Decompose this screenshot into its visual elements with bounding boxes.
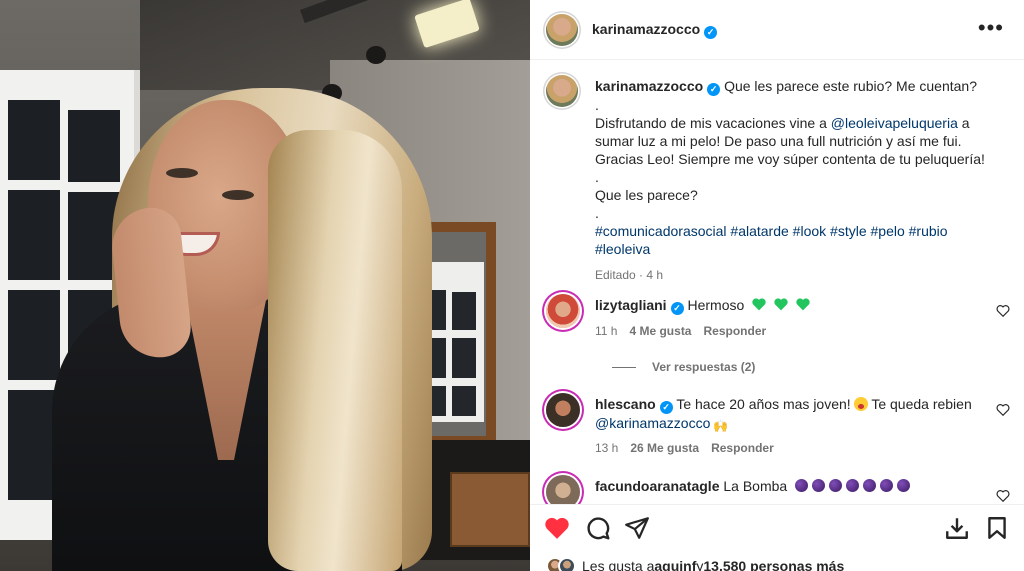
like-comment-icon[interactable] (996, 403, 1010, 417)
post-actions-bar: Les gusta a aquinf y 13.580 personas más (530, 504, 1024, 571)
share-send-icon[interactable] (624, 515, 650, 541)
like-comment-icon[interactable] (996, 304, 1010, 318)
commenter-avatar[interactable] (546, 294, 580, 328)
likes-prefix: Les gusta a (582, 558, 655, 571)
comment-message: Te hace 20 años mas joven! (676, 396, 851, 412)
comment-text: lizytagliani ✓ Hermoso (595, 296, 985, 315)
bomb-icon (829, 479, 843, 492)
comment-message: Hermoso (687, 297, 745, 313)
caption-author-username[interactable]: karinamazzocco (595, 78, 703, 94)
likes-user-link[interactable]: aquinf (654, 558, 696, 571)
caption-first-line: Que les parece este rubio? Me cuentan? (724, 78, 977, 94)
photo-eye (166, 168, 198, 178)
photo-hair-front (268, 130, 402, 571)
verified-badge-icon: ✓ (704, 25, 718, 39)
caption-line: Que les parece? (595, 187, 698, 203)
download-icon[interactable] (944, 515, 970, 541)
likes-summary[interactable]: Les gusta a aquinf y 13.580 personas más (546, 557, 844, 571)
verified-badge-icon: ✓ (670, 302, 684, 315)
comment-text: facundoaranatagle La Bomba (595, 477, 985, 495)
caption-mention-link[interactable]: @leoleivapeluqueria (831, 115, 958, 131)
comment-likes-count[interactable]: 26 Me gusta (630, 441, 699, 455)
likes-mid: y (696, 558, 704, 571)
commenter-avatar[interactable] (546, 393, 580, 427)
caption-text: karinamazzocco ✓ Que les parece este rubi… (595, 77, 995, 284)
comment-text: hlescano ✓ Te hace 20 años mas joven! Te … (595, 395, 985, 433)
replies-divider (612, 366, 636, 368)
commenter-username[interactable]: lizytagliani (595, 297, 667, 313)
liker-avatar (558, 557, 576, 571)
post-header: karinamazzocco ✓ ••• (530, 0, 1024, 60)
caption-dot: . (595, 97, 599, 113)
comment-timestamp[interactable]: 11 h (595, 324, 617, 338)
bomb-icon (863, 479, 877, 492)
post-photo[interactable] (0, 0, 530, 571)
green-heart-icon (774, 298, 788, 311)
post-side-panel: karinamazzocco ✓ ••• karinamazzocco ✓ Que … (530, 0, 1024, 571)
caption-line: sumar luz a mi pelo! De paso una full nu… (595, 133, 962, 149)
save-bookmark-icon[interactable] (984, 515, 1010, 541)
photo-eye (222, 190, 254, 200)
comment-message: Te queda rebien (871, 396, 972, 412)
caption-dot: . (595, 169, 599, 185)
bomb-icon (795, 479, 809, 492)
caption-hashtags[interactable]: #leoleiva (595, 240, 995, 258)
green-heart-icon (796, 298, 810, 311)
view-replies-label: Ver respuestas (2) (652, 360, 756, 374)
caption-hashtags[interactable]: #comunicadorasocial #alatarde #look #sty… (595, 222, 995, 240)
commenter-avatar[interactable] (546, 475, 580, 504)
caption-line: Gracias Leo! Siempre me voy súper conten… (595, 151, 985, 167)
view-replies-button[interactable]: Ver respuestas (2) (612, 360, 755, 374)
photo-spotlight (366, 46, 386, 64)
caption-line: Disfrutando de mis vacaciones vine a (595, 115, 831, 131)
caption-dot: . (595, 205, 599, 221)
commenter-username[interactable]: hlescano (595, 396, 656, 412)
comment-icon[interactable] (585, 515, 611, 541)
comments-scroll-area[interactable]: karinamazzocco ✓ Que les parece este rubi… (530, 61, 1024, 504)
caption-edited-label: Editado (595, 268, 636, 282)
shocked-face-icon (853, 397, 868, 411)
comment-actions: 13 h 26 Me gusta Responder (595, 441, 774, 455)
comment-reply-button[interactable]: Responder (711, 441, 774, 455)
comment-likes-count[interactable]: 4 Me gusta (629, 324, 691, 338)
author-username[interactable]: karinamazzocco (592, 21, 700, 37)
comment-mention-link[interactable]: @karinamazzocco (595, 415, 710, 431)
like-comment-icon[interactable] (996, 489, 1010, 503)
caption-timestamp[interactable]: 4 h (646, 268, 663, 282)
bomb-icon (846, 479, 860, 492)
author-name-wrap: karinamazzocco ✓ (592, 21, 718, 39)
like-heart-icon[interactable] (544, 515, 570, 541)
verified-badge-icon: ✓ (659, 401, 673, 414)
bomb-icon (897, 479, 911, 492)
comment-timestamp[interactable]: 13 h (595, 441, 618, 455)
photo-drawer (450, 472, 530, 547)
likes-count-link[interactable]: 13.580 personas más (703, 558, 844, 571)
comment-actions: 11 h 4 Me gusta Responder (595, 324, 766, 338)
more-options-icon[interactable]: ••• (978, 17, 1004, 39)
bomb-icon (812, 479, 826, 492)
commenter-username[interactable]: facundoaranatagle (595, 478, 719, 494)
comment-message: La Bomba (723, 478, 788, 494)
bomb-icon (880, 479, 894, 492)
meta-separator: · (639, 268, 644, 282)
caption-author-avatar[interactable] (546, 75, 578, 107)
author-avatar[interactable] (546, 13, 578, 46)
raised-hands-icon: 🙌 (713, 419, 729, 433)
verified-badge-icon: ✓ (707, 83, 721, 96)
green-heart-icon (752, 298, 766, 311)
comment-reply-button[interactable]: Responder (703, 324, 766, 338)
caption-line: a (957, 115, 970, 131)
